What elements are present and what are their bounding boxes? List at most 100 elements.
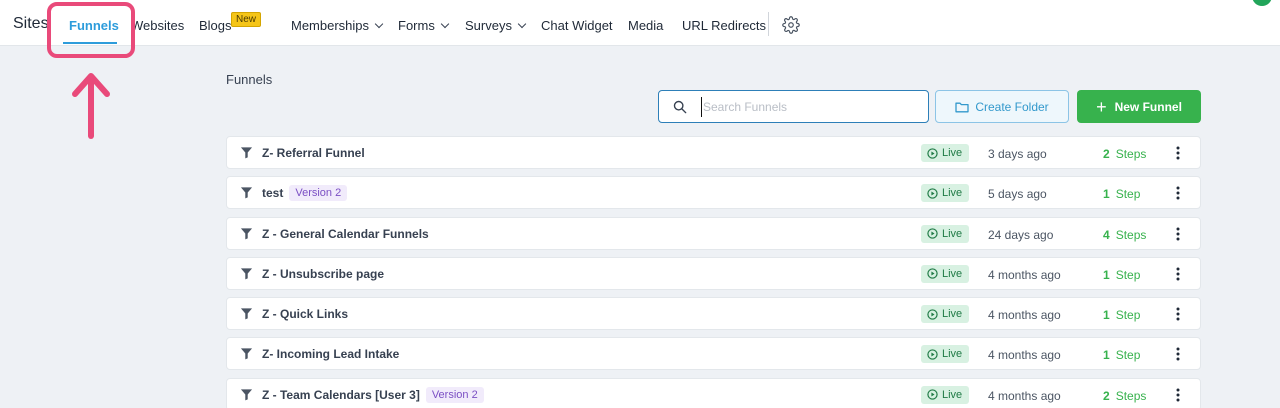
steps-label: Steps [1115,147,1147,161]
funnel-name-cell[interactable]: Z- Incoming Lead Intake [262,347,399,361]
status-label: Live [942,267,963,280]
tab-media[interactable]: Media [628,18,663,33]
chevron-down-icon [440,19,450,29]
funnel-row[interactable]: Z - Unsubscribe page Live 4 months ago 1… [226,256,1201,290]
tab-surveys-label: Surveys [465,18,512,33]
steps-count: 1 [1103,267,1110,282]
create-folder-label: Create Folder [975,99,1049,114]
tab-memberships[interactable]: Memberships [291,18,384,33]
page-title: Funnels [226,72,273,87]
tab-url-redirects[interactable]: URL Redirects [682,18,766,33]
more-options-icon[interactable] [1175,146,1181,160]
funnel-row[interactable]: Z - Quick Links Live 4 months ago 1 Step [226,297,1201,331]
tab-forms[interactable]: Forms [398,18,450,33]
folder-icon [955,102,969,112]
play-circle-icon [927,147,938,159]
steps-label: Step [1115,187,1141,202]
funnel-name: Z - Unsubscribe page [262,266,385,281]
play-circle-icon [927,188,938,199]
tab-surveys[interactable]: Surveys [465,18,527,33]
steps-link[interactable]: 1 Step [1103,308,1140,322]
tab-chat-widget[interactable]: Chat Widget [541,18,613,33]
status-label: Live [942,187,963,200]
steps-label: Step [1115,267,1141,282]
status-label: Live [942,308,963,321]
steps-link[interactable]: 4 Steps [1103,228,1146,242]
funnel-row[interactable]: Z - General Calendar Funnels Live 24 day… [226,216,1201,250]
search-input[interactable] [701,97,916,117]
steps-label: Steps [1115,388,1147,403]
brand-title: Sites [13,15,49,32]
play-circle-icon [927,309,938,320]
steps-label: Step [1115,348,1141,363]
chevron-down-icon [517,19,527,29]
steps-link[interactable]: 2 Steps [1103,389,1146,403]
funnel-icon [240,147,253,159]
updated-time: 4 months ago [988,388,1061,403]
funnel-icon [240,268,253,280]
steps-link[interactable]: 2 Steps [1103,147,1146,161]
search-box[interactable] [658,90,929,123]
funnel-icon [240,348,253,360]
funnel-name-cell[interactable]: Z - Quick Links [262,307,348,321]
funnel-name-cell[interactable]: Z- Referral Funnel [262,146,365,160]
version-badge: Version 2 [289,185,348,202]
updated-time: 3 days ago [988,147,1047,161]
funnel-name: test [262,186,284,201]
steps-link[interactable]: 1 Step [1103,348,1140,362]
steps-label: Steps [1115,227,1147,242]
funnel-row[interactable]: Z - Team Calendars [User 3] Version 2 Liv… [226,377,1201,408]
steps-label: Step [1115,308,1141,323]
funnel-name-cell[interactable]: Z - Unsubscribe page [262,267,384,281]
search-icon [673,100,687,114]
plus-icon: + [1096,96,1107,117]
live-status-badge: Live [921,305,970,324]
live-status-badge: Live [921,385,970,404]
funnel-name-cell[interactable]: test Version 2 [262,185,348,202]
steps-count: 2 [1103,388,1110,403]
steps-count: 1 [1103,187,1110,202]
more-options-icon[interactable] [1175,227,1181,241]
funnel-name-cell[interactable]: Z - Team Calendars [User 3] Version 2 [262,386,484,404]
new-funnel-button[interactable]: + New Funnel [1077,90,1201,123]
funnel-row[interactable]: Z- Incoming Lead Intake Live 4 months ag… [226,337,1201,371]
tab-blogs[interactable]: Blogs [199,18,232,33]
status-dot [1252,0,1272,6]
play-circle-icon [927,228,938,239]
funnel-name: Z- Referral Funnel [262,146,365,160]
status-label: Live [942,348,963,361]
funnel-row[interactable]: Z- Referral Funnel Live 3 days ago 2 Step… [226,136,1201,169]
steps-link[interactable]: 1 Step [1103,268,1140,282]
create-folder-button[interactable]: Create Folder [935,90,1069,123]
chevron-down-icon [374,19,384,29]
more-options-icon[interactable] [1175,388,1181,402]
live-status-badge: Live [921,224,970,243]
more-options-icon[interactable] [1175,347,1181,361]
more-options-icon[interactable] [1175,307,1181,321]
updated-time: 4 months ago [988,267,1061,282]
updated-time: 5 days ago [988,187,1047,202]
live-status-badge: Live [921,264,970,283]
funnel-icon [240,308,253,320]
live-status-badge: Live [921,184,970,203]
funnel-list: Z- Referral Funnel Live 3 days ago 2 Step… [226,136,1201,408]
updated-time: 4 months ago [988,348,1061,363]
annotation-highlight-box [47,2,135,58]
more-options-icon[interactable] [1175,186,1181,200]
funnel-icon [240,227,253,239]
new-badge: New [231,12,262,27]
gear-icon[interactable] [782,16,800,34]
play-circle-icon [927,389,938,400]
status-label: Live [942,227,963,240]
steps-count: 4 [1103,227,1110,242]
tab-websites[interactable]: Websites [131,18,184,33]
live-status-badge: Live [921,345,970,364]
funnel-name-cell[interactable]: Z - General Calendar Funnels [262,227,429,241]
play-circle-icon [927,268,938,280]
more-options-icon[interactable] [1175,267,1181,281]
funnel-icon [240,389,253,401]
funnel-row[interactable]: test Version 2 Live 5 days ago 1 Step [226,176,1201,210]
steps-link[interactable]: 1 Step [1103,187,1140,201]
updated-time: 4 months ago [988,308,1061,323]
steps-count: 2 [1103,147,1110,161]
